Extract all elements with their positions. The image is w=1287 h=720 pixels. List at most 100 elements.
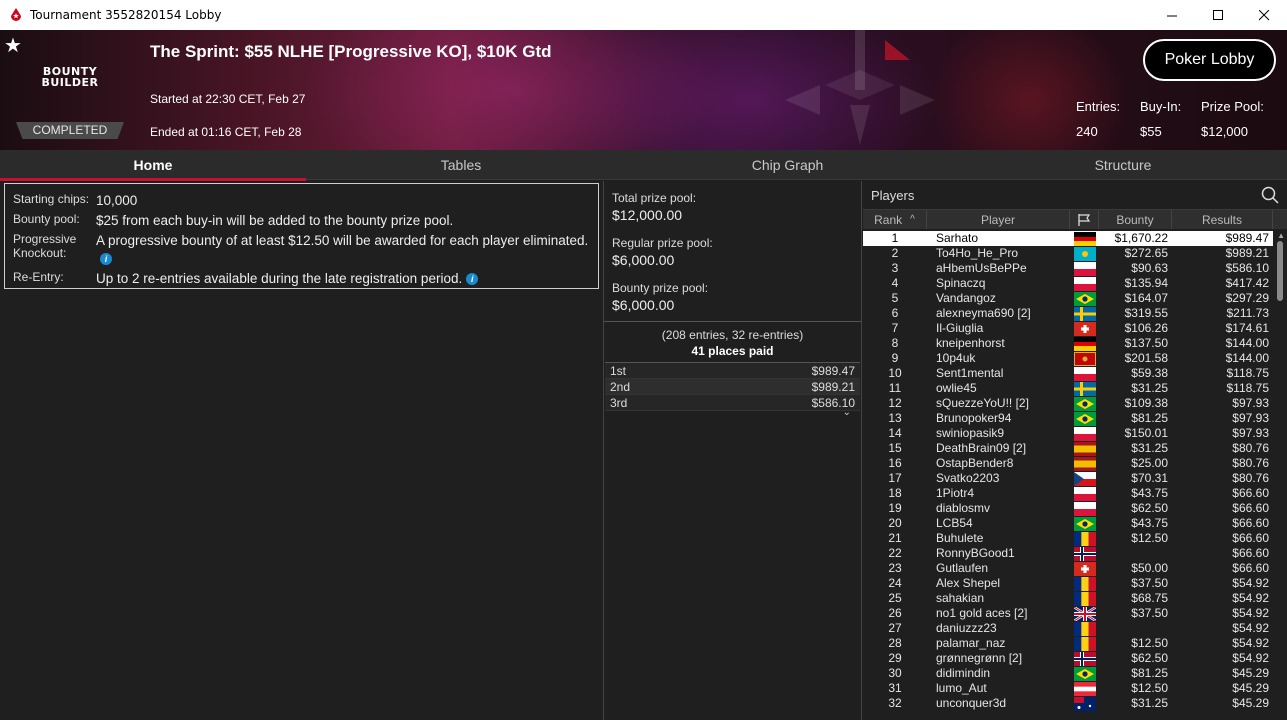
pl-flag-icon bbox=[1073, 261, 1096, 276]
country-flag-cell bbox=[1070, 246, 1099, 261]
country-flag-cell bbox=[1070, 531, 1099, 546]
player-row[interactable]: 30 didimindin $81.25 $45.29 bbox=[863, 666, 1273, 681]
player-row[interactable]: 10 Sent1mental $59.38 $118.75 bbox=[863, 366, 1273, 381]
player-bounty: $62.50 bbox=[1131, 651, 1168, 665]
results-column-header[interactable]: Results bbox=[1172, 210, 1273, 229]
player-bounty: $164.07 bbox=[1124, 291, 1168, 305]
player-bounty: $106.26 bbox=[1124, 321, 1168, 335]
player-bounty: $12.50 bbox=[1131, 531, 1168, 545]
scroll-up-arrow-icon[interactable]: ▲ bbox=[1277, 231, 1285, 240]
player-row[interactable]: 16 OstapBender8 $25.00 $80.76 bbox=[863, 456, 1273, 471]
player-row[interactable]: 24 Alex Shepel $37.50 $54.92 bbox=[863, 576, 1273, 591]
player-row[interactable]: 5 Vandangoz $164.07 $297.29 bbox=[863, 291, 1273, 306]
entries-summary: (208 entries, 32 re-entries) 41 places p… bbox=[661, 328, 804, 358]
player-row[interactable]: 17 Svatko2203 $70.31 $80.76 bbox=[863, 471, 1273, 486]
player-row[interactable]: 26 no1 gold aces [2] $37.50 $54.92 bbox=[863, 606, 1273, 621]
banner-emblem-icon bbox=[785, 30, 935, 145]
player-name: sQuezzeYoU!! [2] bbox=[936, 396, 1029, 410]
country-column-header[interactable] bbox=[1070, 210, 1099, 229]
player-rank: 3 bbox=[891, 261, 899, 275]
player-row[interactable]: 9 10p4uk $201.58 $144.00 bbox=[863, 351, 1273, 366]
player-name: daniuzzz23 bbox=[936, 621, 997, 635]
player-row[interactable]: 32 unconquer3d $31.25 $45.29 bbox=[863, 696, 1273, 711]
tab-home[interactable]: Home bbox=[0, 150, 306, 181]
no-flag-icon bbox=[1073, 546, 1096, 561]
player-row[interactable]: 11 owlie45 $31.25 $118.75 bbox=[863, 381, 1273, 396]
player-name: 1Piotr4 bbox=[936, 486, 975, 500]
player-row[interactable]: 25 sahakian $68.75 $54.92 bbox=[863, 591, 1273, 606]
pl-flag-icon bbox=[1073, 366, 1096, 381]
expand-payouts-chevron-icon[interactable]: ⌄ bbox=[843, 407, 851, 418]
country-flag-cell bbox=[1070, 666, 1099, 681]
player-row[interactable]: 8 kneipenhorst $137.50 $144.00 bbox=[863, 336, 1273, 351]
player-result: $66.60 bbox=[1232, 516, 1269, 530]
player-row[interactable]: 3 aHbemUsBePPe $90.63 $586.10 bbox=[863, 261, 1273, 276]
player-row[interactable]: 23 Gutlaufen $50.00 $66.60 bbox=[863, 561, 1273, 576]
country-flag-cell bbox=[1070, 411, 1099, 426]
favorite-star-icon[interactable]: ★ bbox=[4, 33, 22, 58]
rank-column-header[interactable]: Rank ^ bbox=[863, 210, 927, 229]
tab-chip-graph[interactable]: Chip Graph bbox=[616, 150, 959, 180]
close-icon bbox=[1258, 9, 1269, 20]
end-time: Ended at 01:16 CET, Feb 28 bbox=[150, 125, 302, 139]
player-row[interactable]: 12 sQuezzeYoU!! [2] $109.38 $97.93 bbox=[863, 396, 1273, 411]
bounty-column-header[interactable]: Bounty bbox=[1099, 210, 1172, 229]
player-row[interactable]: 1 Sarhato $1,670.22 $989.47 bbox=[863, 231, 1273, 246]
player-row[interactable]: 20 LCB54 $43.75 $66.60 bbox=[863, 516, 1273, 531]
players-panel: Players Rank ^ Player Bounty Results 1 Sar… bbox=[863, 181, 1287, 720]
player-result: $118.75 bbox=[1226, 381, 1270, 395]
player-row[interactable]: 2 To4Ho_He_Pro $272.65 $989.21 bbox=[863, 246, 1273, 261]
minimize-button[interactable] bbox=[1149, 0, 1195, 30]
prize-pool-panel: Total prize pool: $12,000.00 Regular pri… bbox=[603, 181, 862, 720]
player-name: aHbemUsBePPe bbox=[936, 261, 1027, 275]
player-row[interactable]: 18 1Piotr4 $43.75 $66.60 bbox=[863, 486, 1273, 501]
de-flag-icon bbox=[1073, 231, 1096, 246]
info-icon[interactable]: i bbox=[466, 273, 479, 286]
player-row[interactable]: 22 RonnyBGood1 $66.60 bbox=[863, 546, 1273, 561]
player-bounty: $50.00 bbox=[1131, 561, 1168, 575]
player-row[interactable]: 14 swiniopasik9 $150.01 $97.93 bbox=[863, 426, 1273, 441]
player-row[interactable]: 21 Buhulete $12.50 $66.60 bbox=[863, 531, 1273, 546]
tab-tables[interactable]: Tables bbox=[306, 150, 616, 180]
player-bounty bbox=[1099, 621, 1172, 636]
tab-structure[interactable]: Structure bbox=[959, 150, 1287, 180]
cz-flag-icon bbox=[1073, 471, 1096, 486]
player-row[interactable]: 13 Brunopoker94 $81.25 $97.93 bbox=[863, 411, 1273, 426]
player-column-header[interactable]: Player bbox=[927, 210, 1070, 229]
search-icon[interactable] bbox=[1261, 186, 1279, 204]
close-button[interactable] bbox=[1241, 0, 1287, 30]
player-row[interactable]: 28 palamar_naz $12.50 $54.92 bbox=[863, 636, 1273, 651]
player-rank: 5 bbox=[891, 291, 899, 305]
br-flag-icon bbox=[1073, 291, 1096, 306]
country-flag-cell bbox=[1070, 381, 1099, 396]
player-result: $66.60 bbox=[1232, 486, 1269, 500]
player-rank: 21 bbox=[888, 531, 902, 545]
player-bounty: $201.58 bbox=[1124, 351, 1168, 365]
player-row[interactable]: 19 diablosmv $62.50 $66.60 bbox=[863, 501, 1273, 516]
player-row[interactable]: 31 lumo_Aut $12.50 $45.29 bbox=[863, 681, 1273, 696]
info-icon[interactable]: i bbox=[100, 253, 112, 266]
player-row[interactable]: 4 Spinaczq $135.94 $417.42 bbox=[863, 276, 1273, 291]
player-row[interactable]: 6 alexneyma690 [2] $319.55 $211.73 bbox=[863, 306, 1273, 321]
player-row[interactable]: 27 daniuzzz23 $54.92 bbox=[863, 621, 1273, 636]
player-row[interactable]: 29 grønnegrønn [2] $62.50 $54.92 bbox=[863, 651, 1273, 666]
tournament-header: ★ BOUNTY BUILDER COMPLETED The Sprint: $… bbox=[0, 30, 1287, 150]
country-flag-cell bbox=[1070, 351, 1099, 366]
player-rank: 27 bbox=[888, 621, 902, 635]
player-result: $66.60 bbox=[1232, 546, 1269, 560]
maximize-button[interactable] bbox=[1195, 0, 1241, 30]
player-row[interactable]: 15 DeathBrain09 [2] $31.25 $80.76 bbox=[863, 441, 1273, 456]
poker-lobby-button[interactable]: Poker Lobby bbox=[1143, 39, 1276, 81]
players-scrollbar[interactable] bbox=[1277, 241, 1283, 301]
player-name: Vandangoz bbox=[936, 291, 996, 305]
player-bounty: $272.65 bbox=[1124, 246, 1168, 260]
player-name: To4Ho_He_Pro bbox=[936, 246, 1019, 260]
player-row[interactable]: 7 Il-Giuglia $106.26 $174.61 bbox=[863, 321, 1273, 336]
player-bounty: $31.25 bbox=[1131, 696, 1168, 710]
player-rank: 16 bbox=[888, 456, 902, 470]
player-rank: 24 bbox=[888, 576, 902, 590]
player-name: Il-Giuglia bbox=[936, 321, 984, 335]
player-bounty: $25.00 bbox=[1131, 456, 1168, 470]
player-rank: 6 bbox=[891, 306, 899, 320]
player-name: Buhulete bbox=[936, 531, 984, 545]
